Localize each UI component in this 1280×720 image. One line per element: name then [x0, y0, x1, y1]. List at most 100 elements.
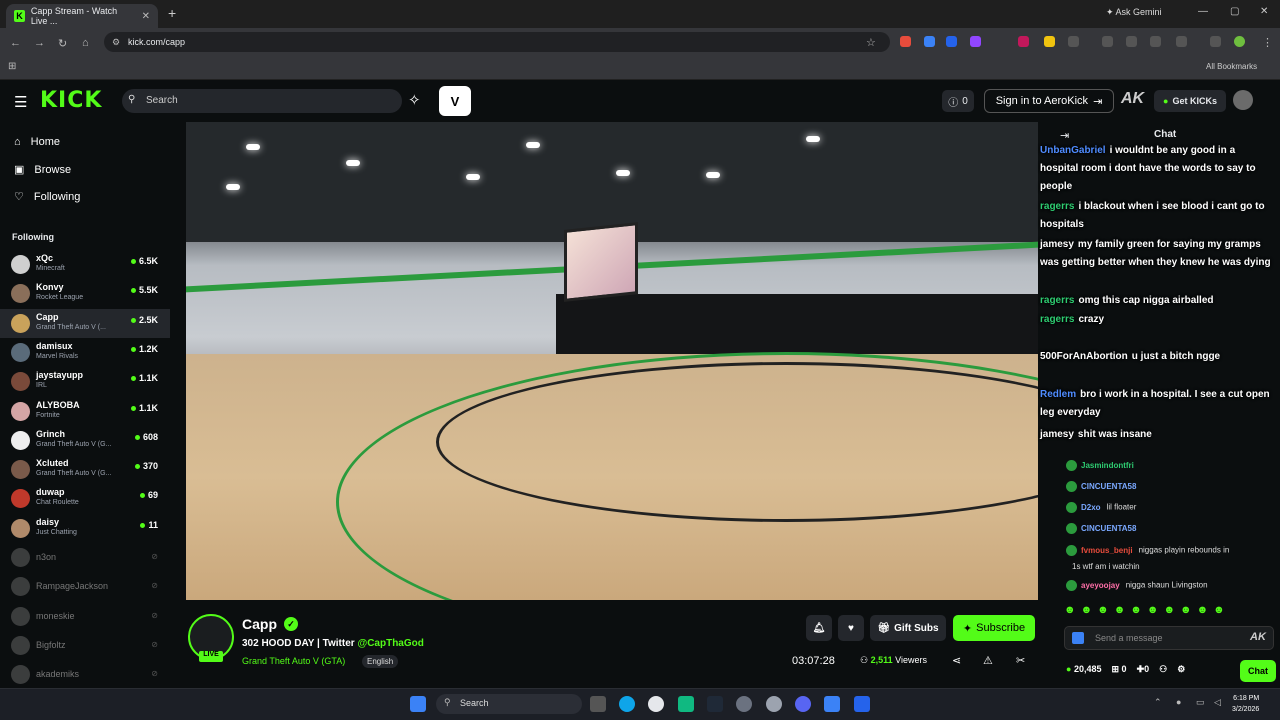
kick-logo[interactable]: KICK — [40, 88, 102, 113]
chat-username[interactable]: ragerrs — [1040, 201, 1074, 212]
all-bookmarks-button[interactable]: All Bookmarks — [1206, 62, 1257, 71]
sidebar-channel-offline[interactable]: akademiks ⊘ — [0, 660, 170, 689]
kicks-balance[interactable]: ● 20,485 — [1066, 664, 1101, 675]
home-browser-icon[interactable]: ⌂ — [82, 37, 89, 49]
sign-in-button[interactable]: Sign in to AeroKick ⇥ — [984, 89, 1114, 113]
extensions-puzzle-icon[interactable] — [1068, 36, 1079, 47]
maximize-icon[interactable]: ▢ — [1230, 6, 1239, 17]
chat-username[interactable]: ragerrs — [1040, 314, 1074, 325]
follow-heart-button[interactable]: ♥ — [838, 615, 864, 641]
notification-bell-button[interactable]: 🔔︎ — [806, 615, 832, 641]
extension-icon[interactable] — [946, 36, 957, 47]
sidebar-item-following[interactable]: ♡ Following — [14, 190, 80, 204]
emote-row[interactable]: ☻☻☻☻☻☻☻☻☻☻ — [1064, 604, 1230, 616]
steam-icon[interactable] — [707, 696, 723, 712]
sidebar-channel[interactable]: ALYBOBA Fortnite 1.1K — [0, 397, 170, 426]
apps-grid-icon[interactable]: ⊞ — [8, 61, 16, 72]
gear-icon[interactable]: ⚙ — [1177, 664, 1185, 675]
emote-picker-icon[interactable] — [1072, 632, 1084, 644]
user-avatar[interactable] — [1233, 90, 1253, 110]
chat-username[interactable]: UnbanGabriel — [1040, 145, 1106, 156]
aerokick-chat-icon[interactable]: AK — [1250, 631, 1266, 643]
reload-icon[interactable]: ↻ — [58, 37, 67, 50]
toolbar-icon[interactable] — [1126, 36, 1137, 47]
bookmark-star-icon[interactable]: ☆ — [866, 36, 876, 49]
app-icon[interactable] — [678, 696, 694, 712]
get-kicks-button[interactable]: ● Get KICKs — [1154, 90, 1226, 112]
edge-icon[interactable] — [619, 696, 635, 712]
file-explorer-icon[interactable] — [590, 696, 606, 712]
search-input[interactable]: Search — [122, 89, 402, 113]
new-tab-button[interactable]: + — [168, 5, 176, 21]
sidebar-channel[interactable]: damisux Marvel Rivals 1.2K — [0, 338, 170, 367]
app-icon[interactable] — [824, 696, 840, 712]
user-settings-icon[interactable]: ⚇ — [1159, 664, 1167, 675]
forward-icon[interactable]: → — [34, 37, 45, 49]
chat-send-button[interactable]: Chat — [1240, 660, 1276, 682]
sidebar-channel[interactable]: jaystayupp IRL 1.1K — [0, 367, 170, 396]
v-button[interactable]: V — [439, 86, 471, 116]
chat-input[interactable]: Send a message — [1064, 626, 1274, 650]
sidebar-channel-offline[interactable]: RampageJackson ⊘ — [0, 572, 170, 601]
gift-subs-button[interactable]: 🎁︎ Gift Subs — [870, 615, 946, 641]
windows-start-icon[interactable] — [410, 696, 426, 712]
twitter-link[interactable]: @CapThaGod — [357, 638, 423, 649]
sidebar-channel[interactable]: xQc Minecraft 6.5K — [0, 250, 170, 279]
browser-tab[interactable]: K Capp Stream - Watch Live ... ✕ — [6, 4, 158, 28]
subscribe-button[interactable]: ✦ Subscribe — [953, 615, 1035, 641]
extension-icon[interactable] — [900, 36, 911, 47]
channel-name[interactable]: Capp — [242, 616, 277, 632]
menu-kebab-icon[interactable]: ⋮ — [1262, 36, 1273, 49]
chat-username[interactable]: CINCUENTA58 — [1081, 482, 1136, 491]
toolbar-icon[interactable] — [1102, 36, 1113, 47]
chat-username[interactable]: CINCUENTA58 — [1081, 524, 1136, 533]
profile-avatar-icon[interactable] — [1234, 36, 1245, 47]
sidebar-channel-offline[interactable]: n3on ⊘ — [0, 543, 170, 572]
sidebar-channel[interactable]: Capp Grand Theft Auto V (... 2.5K — [0, 309, 170, 338]
close-tab-icon[interactable]: ✕ — [142, 11, 150, 22]
download-icon[interactable] — [1176, 36, 1187, 47]
twitch-extension-icon[interactable] — [970, 36, 981, 47]
extension-icon[interactable] — [924, 36, 935, 47]
sidebar-item-home[interactable]: ⌂ Home — [14, 136, 60, 148]
discord-icon[interactable] — [795, 696, 811, 712]
close-window-icon[interactable]: ✕ — [1260, 6, 1268, 17]
back-icon[interactable]: ← — [10, 37, 21, 49]
gift-count[interactable]: ⊞ 0 — [1111, 664, 1126, 675]
chat-username[interactable]: jamesy — [1040, 239, 1074, 250]
chat-username[interactable]: Jasmindontfri — [1081, 461, 1134, 470]
sidebar-channel-offline[interactable]: moneskie ⊘ — [0, 602, 170, 631]
stream-category[interactable]: Grand Theft Auto V (GTA) — [242, 656, 345, 666]
chat-username[interactable]: D2xo — [1081, 503, 1101, 512]
collapse-chat-icon[interactable]: ⇥ — [1060, 129, 1069, 142]
aerokick-logo[interactable]: AK — [1121, 90, 1144, 108]
app-icon[interactable] — [736, 696, 752, 712]
sidebar-channel[interactable]: Konvy Rocket League 5.5K — [0, 279, 170, 308]
ask-gemini-button[interactable]: ✦ Ask Gemini — [1106, 7, 1162, 18]
app-icon[interactable] — [766, 696, 782, 712]
hamburger-menu-icon[interactable]: ☰ — [14, 93, 27, 111]
chat-username[interactable]: ragerrs — [1040, 295, 1074, 306]
extension-icon[interactable] — [1018, 36, 1029, 47]
sidebar-channel[interactable]: duwap Chat Roulette 69 — [0, 484, 170, 513]
omnibox[interactable] — [104, 32, 890, 52]
clip-icon[interactable]: ✂ — [1016, 654, 1025, 667]
sidebar-channel-offline[interactable]: Bigfoltz ⊘ — [0, 631, 170, 660]
sidebar-item-browse[interactable]: ▣ Browse — [14, 163, 71, 177]
points-count[interactable]: ✚0 — [1137, 664, 1150, 675]
chat-username[interactable]: jamesy — [1040, 429, 1074, 440]
video-player[interactable] — [186, 122, 1038, 600]
toolbar-icon[interactable] — [1210, 36, 1221, 47]
taskbar-clock[interactable]: 6:18 PM 3/2/2026 — [1232, 693, 1259, 715]
sidebar-channel[interactable]: Grinch Grand Theft Auto V (G... 608 — [0, 426, 170, 455]
chat-username[interactable]: ayeyoojay — [1081, 581, 1120, 590]
extension-icon[interactable] — [1044, 36, 1055, 47]
tray-chevron-icon[interactable]: ⌃ — [1154, 697, 1162, 708]
language-tag[interactable]: English — [362, 655, 399, 668]
network-icon[interactable]: ▭ — [1196, 697, 1205, 708]
minimize-icon[interactable]: — — [1198, 6, 1208, 17]
site-info-icon[interactable]: ⚙ — [112, 37, 120, 48]
volume-icon[interactable]: ◁ — [1214, 697, 1221, 708]
chat-username[interactable]: 500ForAnAbortion — [1040, 351, 1128, 362]
sidebar-channel[interactable]: Xcluted Grand Theft Auto V (G... 370 — [0, 455, 170, 484]
